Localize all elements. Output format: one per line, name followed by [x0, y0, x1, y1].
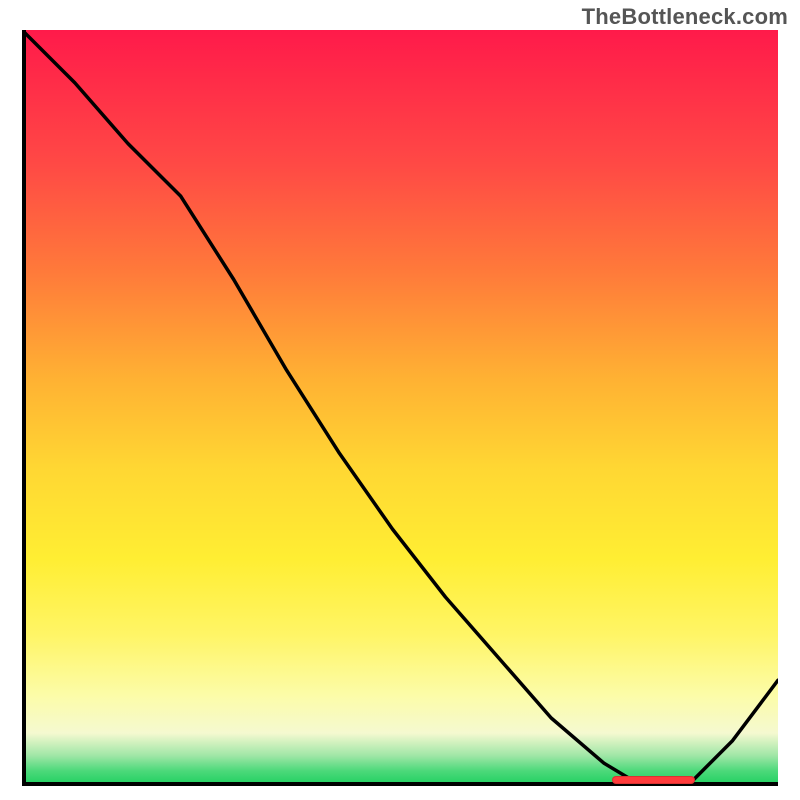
attribution-text: TheBottleneck.com	[582, 4, 788, 30]
chart-background-gradient	[22, 30, 778, 786]
optimal-range-marker	[612, 776, 695, 784]
